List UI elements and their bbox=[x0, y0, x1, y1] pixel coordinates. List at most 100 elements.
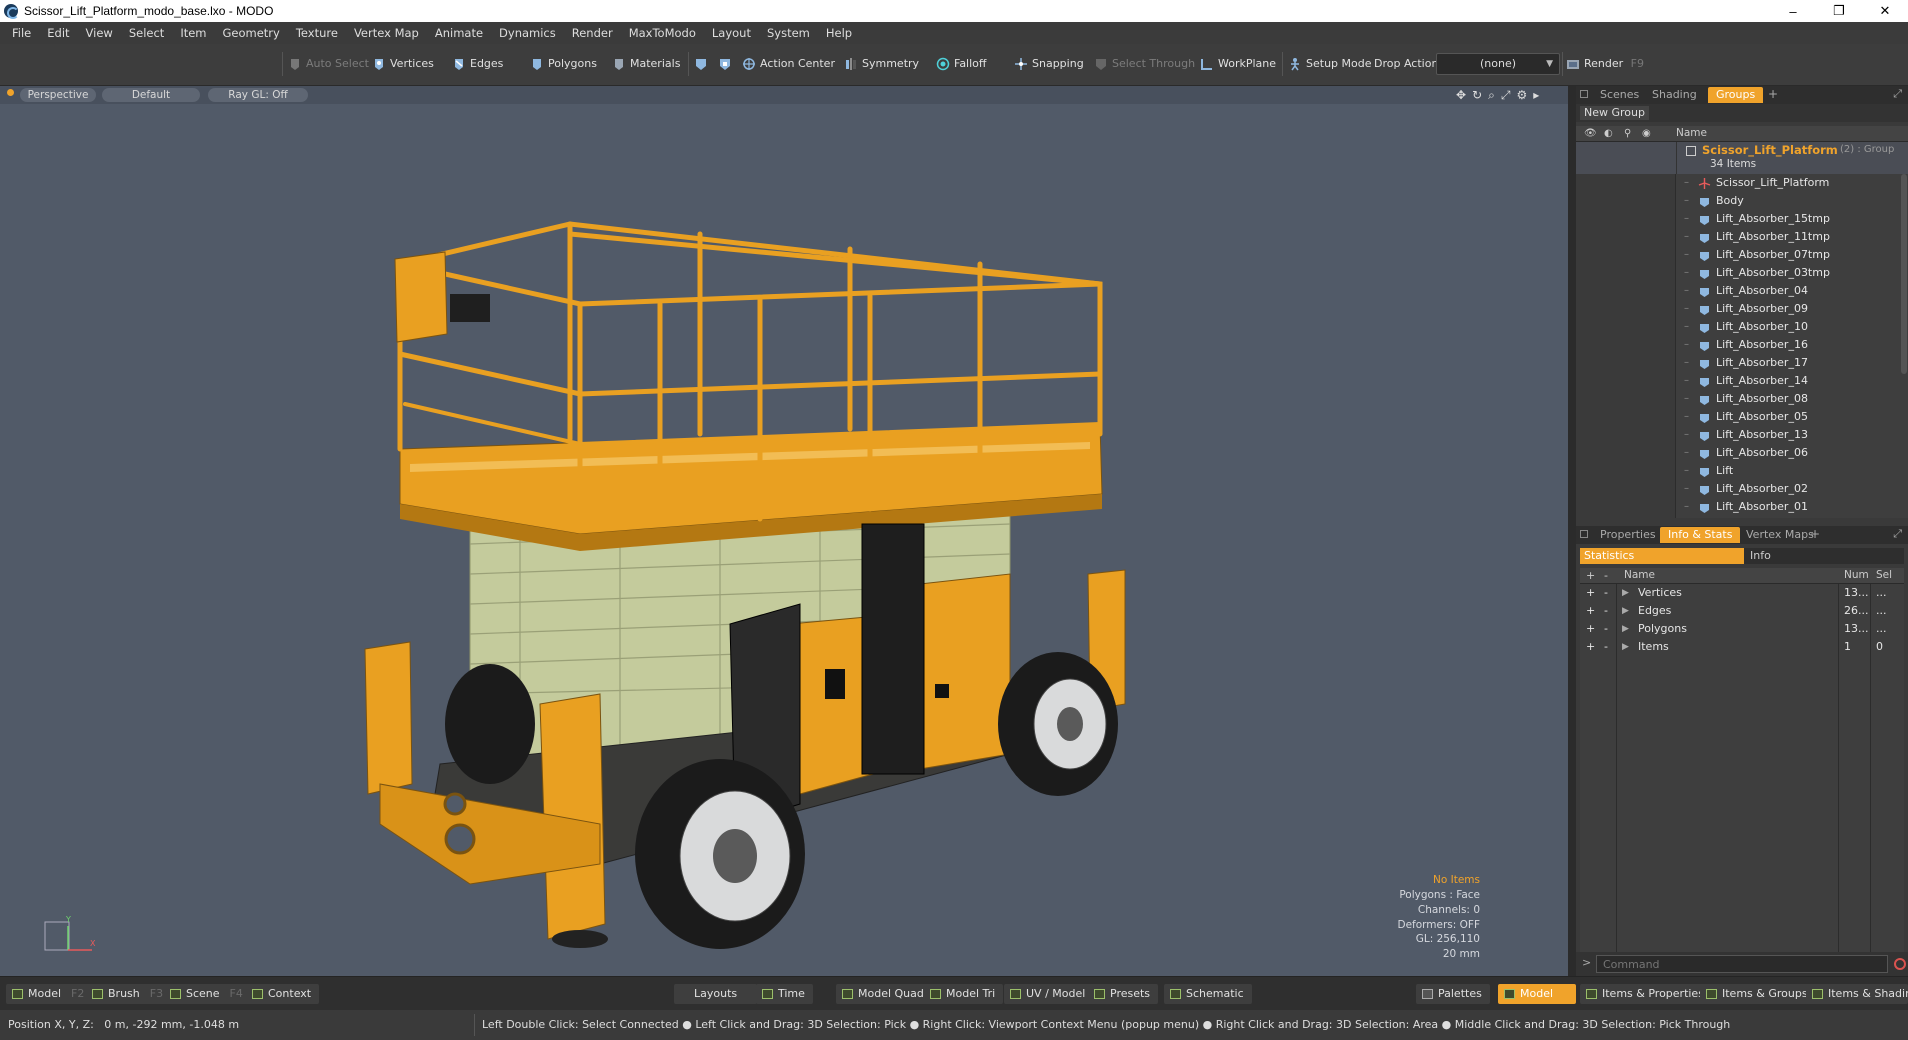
rotate-icon[interactable]: ↻ bbox=[1472, 88, 1482, 102]
list-item[interactable]: – Lift_Absorber_17 bbox=[1576, 354, 1908, 372]
close-button[interactable]: ✕ bbox=[1862, 0, 1908, 22]
menu-geometry[interactable]: Geometry bbox=[215, 22, 288, 44]
list-item[interactable]: – Body bbox=[1576, 192, 1908, 210]
model-quad-button[interactable]: Model Quad bbox=[836, 984, 932, 1004]
perspective-button[interactable]: Perspective bbox=[20, 88, 96, 102]
items-shading-button[interactable]: Items & Shading bbox=[1806, 984, 1908, 1004]
lock-icon[interactable]: ⚲ bbox=[1624, 128, 1631, 139]
tab-shading[interactable]: Shading bbox=[1644, 87, 1705, 103]
record-icon[interactable] bbox=[1894, 958, 1906, 970]
select-through-button[interactable]: Select Through bbox=[1090, 53, 1201, 75]
menu-render[interactable]: Render bbox=[564, 22, 621, 44]
action-center-button[interactable]: Action Center bbox=[738, 53, 841, 75]
shading-default-button[interactable]: Default bbox=[102, 88, 200, 102]
materials-button[interactable]: Materials bbox=[608, 53, 686, 75]
3d-viewport[interactable]: Perspective Default Ray GL: Off ✥ ↻ ⌕ ⤢ … bbox=[0, 86, 1572, 976]
menu-maxtomodo[interactable]: MaxToModo bbox=[621, 22, 704, 44]
list-item[interactable]: – Lift_Absorber_10 bbox=[1576, 318, 1908, 336]
vertices-button[interactable]: Vertices bbox=[368, 53, 440, 75]
symmetry-button[interactable]: Symmetry bbox=[840, 53, 925, 75]
menu-view[interactable]: View bbox=[78, 22, 121, 44]
tab-statistics[interactable]: Statistics bbox=[1580, 548, 1744, 564]
items-groups-button[interactable]: Items & Groups bbox=[1700, 984, 1816, 1004]
pan-icon[interactable]: ✥ bbox=[1456, 88, 1466, 102]
tab-scenes[interactable]: Scenes bbox=[1592, 87, 1647, 103]
menu-vertex-map[interactable]: Vertex Map bbox=[346, 22, 427, 44]
group-row[interactable]: Scissor_Lift_Platform (2) : Group 34 Ite… bbox=[1576, 142, 1908, 174]
raygl-button[interactable]: Ray GL: Off bbox=[208, 88, 308, 102]
menu-animate[interactable]: Animate bbox=[427, 22, 491, 44]
list-item[interactable]: – Lift_Absorber_14 bbox=[1576, 372, 1908, 390]
list-item[interactable]: – Lift_Absorber_16 bbox=[1576, 336, 1908, 354]
menu-help[interactable]: Help bbox=[818, 22, 860, 44]
panel-menu-icon[interactable] bbox=[1580, 90, 1588, 98]
new-group-button[interactable]: New Group bbox=[1580, 106, 1649, 120]
list-item[interactable]: – Lift_Absorber_07tmp bbox=[1576, 246, 1908, 264]
list-item[interactable]: – Lift_Absorber_08 bbox=[1576, 390, 1908, 408]
list-item[interactable]: – Lift_Absorber_11tmp bbox=[1576, 228, 1908, 246]
chevron-right-icon[interactable]: ▶ bbox=[1622, 638, 1629, 656]
schematic-button[interactable]: Schematic bbox=[1164, 984, 1252, 1004]
collapse-all-icon[interactable]: - bbox=[1604, 569, 1608, 582]
model-tri-button[interactable]: Model Tri bbox=[924, 984, 1004, 1004]
list-item[interactable]: – Lift_Absorber_06 bbox=[1576, 444, 1908, 462]
list-item[interactable]: – Scissor_Lift_Platform bbox=[1576, 174, 1908, 192]
menu-system[interactable]: System bbox=[759, 22, 818, 44]
fit-icon[interactable]: ⤢ bbox=[1501, 88, 1511, 103]
list-item[interactable]: – Lift_Absorber_01 bbox=[1576, 498, 1908, 516]
select-icon[interactable]: ◉ bbox=[1642, 128, 1651, 139]
chevron-right-icon[interactable]: ▶ bbox=[1622, 620, 1629, 638]
menu-item[interactable]: Item bbox=[172, 22, 214, 44]
menu-file[interactable]: File bbox=[4, 22, 39, 44]
brush-layout-button[interactable]: Brush F3 bbox=[86, 984, 172, 1004]
table-row[interactable]: + - ▶ Items 1 0 bbox=[1580, 638, 1908, 656]
menu-dynamics[interactable]: Dynamics bbox=[491, 22, 564, 44]
panel-menu-icon[interactable] bbox=[1580, 530, 1588, 538]
menu-select[interactable]: Select bbox=[121, 22, 172, 44]
presets-button[interactable]: Presets bbox=[1088, 984, 1159, 1004]
tab-info[interactable]: Info bbox=[1750, 548, 1771, 564]
list-scrollbar[interactable] bbox=[1901, 174, 1907, 374]
chevron-right-icon[interactable]: ▶ bbox=[1622, 584, 1629, 602]
zoom-icon[interactable]: ⌕ bbox=[1488, 88, 1495, 103]
model-layout-button[interactable]: Model F2 bbox=[6, 984, 93, 1004]
drop-action-dropdown[interactable]: (none) ▼ bbox=[1436, 53, 1560, 75]
chevron-right-icon[interactable]: ▸ bbox=[1533, 88, 1539, 102]
command-input[interactable] bbox=[1596, 955, 1888, 973]
menu-edit[interactable]: Edit bbox=[39, 22, 77, 44]
add-tab-icon[interactable]: + bbox=[1810, 527, 1820, 541]
shield-select-button[interactable] bbox=[690, 53, 710, 75]
menu-texture[interactable]: Texture bbox=[288, 22, 346, 44]
render-button[interactable]: Render F9 bbox=[1562, 53, 1650, 75]
falloff-button[interactable]: Falloff bbox=[932, 53, 992, 75]
uv-model-button[interactable]: UV / Model bbox=[1004, 984, 1094, 1004]
auto-select-button[interactable]: Auto Select bbox=[284, 53, 375, 75]
maximize-panel-icon[interactable]: ⤢ bbox=[1893, 87, 1902, 101]
list-item[interactable]: – Lift_Absorber_02 bbox=[1576, 480, 1908, 498]
render-visibility-icon[interactable]: ◐ bbox=[1604, 128, 1613, 139]
layouts-button[interactable]: Layouts bbox=[674, 984, 758, 1004]
palettes-button[interactable]: Palettes bbox=[1416, 984, 1490, 1004]
list-item[interactable]: – Lift_Absorber_13 bbox=[1576, 426, 1908, 444]
snapping-button[interactable]: Snapping bbox=[1010, 53, 1090, 75]
eye-icon[interactable]: 👁 bbox=[1584, 128, 1597, 139]
list-item[interactable]: – Lift_Absorber_04 bbox=[1576, 282, 1908, 300]
list-item[interactable]: – Lift_Absorber_05 bbox=[1576, 408, 1908, 426]
list-item[interactable]: – Lift bbox=[1576, 462, 1908, 480]
restore-button[interactable]: ❐ bbox=[1816, 0, 1862, 22]
table-row[interactable]: + - ▶ Vertices 13... ... bbox=[1580, 584, 1908, 602]
setup-mode-button[interactable]: Setup Mode bbox=[1284, 53, 1377, 75]
context-layout-button[interactable]: Context bbox=[246, 984, 320, 1004]
table-row[interactable]: + - ▶ Edges 26... ... bbox=[1580, 602, 1908, 620]
add-tab-icon[interactable]: + bbox=[1768, 87, 1778, 101]
edges-button[interactable]: Edges bbox=[448, 53, 509, 75]
chevron-right-icon[interactable]: ▶ bbox=[1622, 602, 1629, 620]
tab-info-stats[interactable]: Info & Stats bbox=[1660, 527, 1741, 543]
list-item[interactable]: – Lift_Absorber_15tmp bbox=[1576, 210, 1908, 228]
scene-layout-button[interactable]: Scene F4 bbox=[164, 984, 251, 1004]
tab-properties[interactable]: Properties bbox=[1592, 527, 1664, 543]
tab-groups[interactable]: Groups bbox=[1708, 87, 1764, 103]
expand-all-icon[interactable]: + bbox=[1586, 569, 1595, 582]
maximize-panel-icon[interactable]: ⤢ bbox=[1893, 527, 1902, 541]
time-layout-button[interactable]: Time bbox=[756, 984, 813, 1004]
